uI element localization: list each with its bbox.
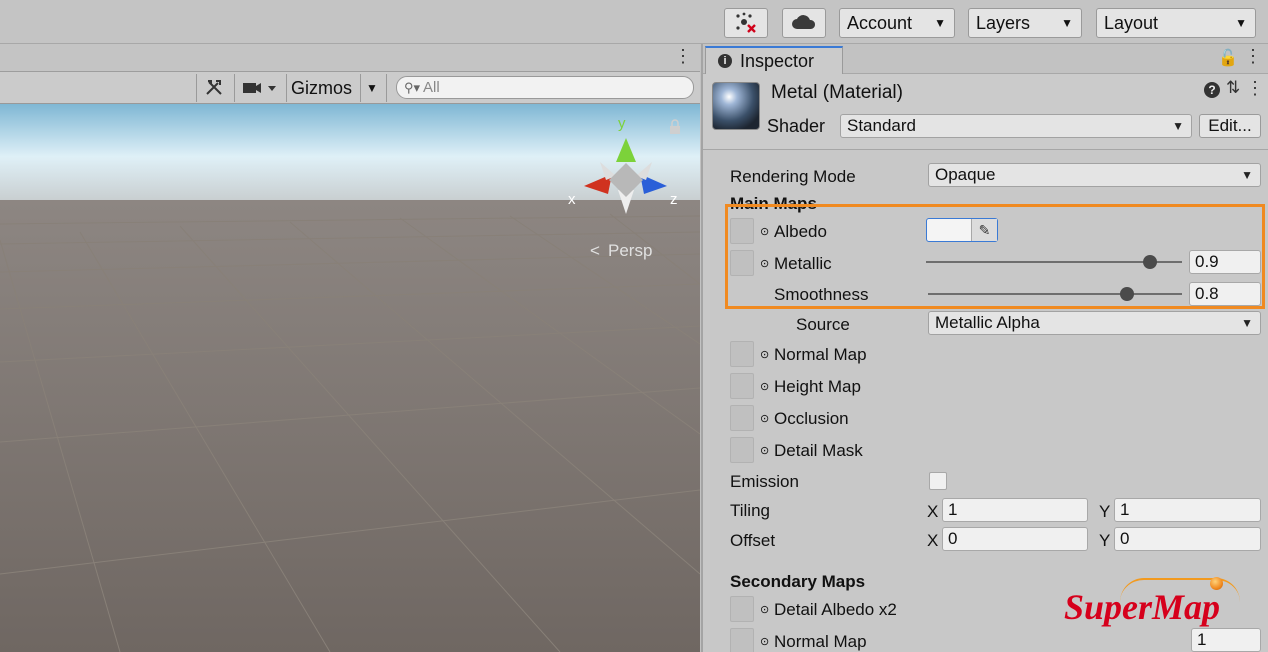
- chevron-down-icon: ▼: [934, 16, 946, 30]
- lock-icon[interactable]: 🔓: [1218, 48, 1238, 68]
- material-header: Metal (Material) ? ⇅ ⋮ Shader Standard ▼…: [703, 74, 1268, 150]
- camera-icon[interactable]: [242, 75, 282, 101]
- object-picker-icon[interactable]: ⊙: [760, 348, 769, 361]
- search-input[interactable]: ⚲▾ All: [396, 76, 694, 99]
- divider: [386, 74, 387, 102]
- top-toolbar: Account ▼ Layers ▼ Layout ▼: [0, 0, 1268, 44]
- offset-x-label: X: [927, 531, 939, 550]
- help-icon[interactable]: ?: [1204, 82, 1220, 98]
- shader-label: Shader: [767, 116, 826, 136]
- divider: [360, 74, 361, 102]
- scene-viewport[interactable]: y x z < Persp: [0, 104, 700, 652]
- height-map-texture-slot[interactable]: [730, 373, 754, 399]
- detail-mask-label: Detail Mask: [774, 441, 863, 460]
- unity-editor: Account ▼ Layers ▼ Layout ▼ ⋮ Gizmos ▼ ⚲…: [0, 0, 1268, 652]
- divider: [286, 74, 287, 102]
- tab-inspector[interactable]: i Inspector: [705, 46, 843, 75]
- supermap-logo: SuperMap: [1064, 587, 1221, 627]
- axis-x-label: x: [568, 191, 576, 208]
- inspector-tab-bar: i Inspector 🔓 ⋮: [703, 44, 1268, 75]
- secondary-normal-scale-field[interactable]: 1: [1191, 628, 1261, 652]
- emission-label: Emission: [730, 472, 799, 491]
- rendering-mode-label: Rendering Mode: [730, 167, 856, 186]
- tools-icon[interactable]: [204, 75, 228, 101]
- scene-grid: y x z < Persp: [0, 104, 700, 652]
- detail-albedo-label: Detail Albedo x2: [774, 600, 897, 619]
- more-options-icon[interactable]: ⋮: [674, 46, 692, 67]
- account-dropdown[interactable]: Account ▼: [839, 8, 955, 38]
- more-options-icon[interactable]: ⋮: [1244, 46, 1262, 67]
- axis-z-label: z: [670, 191, 678, 208]
- search-icon: ⚲▾: [404, 80, 421, 95]
- chevron-down-icon: ▼: [1235, 16, 1247, 30]
- layout-label: Layout: [1104, 13, 1159, 33]
- shader-value: Standard: [847, 116, 916, 135]
- edit-shader-button[interactable]: Edit...: [1199, 114, 1261, 138]
- object-picker-icon[interactable]: ⊙: [760, 444, 769, 457]
- tiling-y-field[interactable]: 1: [1114, 498, 1261, 522]
- tiling-y-label: Y: [1099, 502, 1111, 521]
- inspector-tab-label: Inspector: [740, 51, 815, 71]
- layout-dropdown[interactable]: Layout ▼: [1096, 8, 1256, 38]
- secondary-normal-texture-slot[interactable]: [730, 628, 754, 652]
- secondary-normal-label: Normal Map: [774, 632, 867, 651]
- info-icon: i: [718, 54, 732, 68]
- rendering-mode-value: Opaque: [935, 165, 996, 184]
- occlusion-label: Occlusion: [774, 409, 849, 428]
- search-placeholder: All: [423, 79, 440, 96]
- offset-y-label: Y: [1099, 531, 1111, 550]
- object-picker-icon[interactable]: ⊙: [760, 412, 769, 425]
- divider: [196, 74, 197, 102]
- scene-tab-bar: ⋮: [0, 44, 700, 72]
- tiling-x-label: X: [927, 502, 939, 521]
- tiling-x-field[interactable]: 1: [942, 498, 1088, 522]
- secondary-maps-heading: Secondary Maps: [730, 572, 866, 591]
- tiling-label: Tiling: [730, 501, 770, 520]
- rendering-mode-dropdown[interactable]: Opaque ▼: [928, 163, 1261, 187]
- material-name: Metal (Material): [771, 82, 903, 103]
- layers-dropdown[interactable]: Layers ▼: [968, 8, 1082, 38]
- offset-label: Offset: [730, 531, 776, 550]
- persp-label[interactable]: Persp: [608, 241, 652, 260]
- persp-prefix-icon: <: [590, 241, 600, 260]
- collab-button[interactable]: [724, 8, 768, 38]
- divider: [234, 74, 235, 102]
- occlusion-texture-slot[interactable]: [730, 405, 754, 431]
- offset-x-field[interactable]: 0: [942, 527, 1088, 551]
- detail-albedo-texture-slot[interactable]: [730, 596, 754, 622]
- chevron-down-icon: ▼: [1241, 316, 1253, 330]
- more-options-icon[interactable]: ⋮: [1246, 78, 1264, 99]
- highlight-box: [725, 204, 1265, 309]
- chevron-down-icon: ▼: [1172, 119, 1184, 133]
- gizmos-button[interactable]: Gizmos: [291, 75, 352, 101]
- settings-sliders-icon[interactable]: ⇅: [1226, 78, 1240, 98]
- object-picker-icon[interactable]: ⊙: [760, 635, 769, 648]
- shader-dropdown[interactable]: Standard ▼: [840, 114, 1192, 138]
- source-label: Source: [796, 315, 850, 334]
- object-picker-icon[interactable]: ⊙: [760, 603, 769, 616]
- object-picker-icon[interactable]: ⊙: [760, 380, 769, 393]
- chevron-down-icon: ▼: [1241, 168, 1253, 182]
- source-dropdown[interactable]: Metallic Alpha ▼: [928, 311, 1261, 335]
- source-value: Metallic Alpha: [935, 313, 1040, 332]
- account-label: Account: [847, 13, 913, 33]
- emission-checkbox[interactable]: [929, 472, 947, 490]
- material-preview-icon: [712, 82, 760, 130]
- chevron-down-icon[interactable]: ▼: [366, 75, 378, 101]
- offset-y-field[interactable]: 0: [1114, 527, 1261, 551]
- layers-label: Layers: [976, 13, 1031, 33]
- collab-icon: [736, 12, 756, 33]
- normal-map-texture-slot[interactable]: [730, 341, 754, 367]
- chevron-down-icon: ▼: [1061, 16, 1073, 30]
- detail-mask-texture-slot[interactable]: [730, 437, 754, 463]
- cloud-icon: [792, 15, 816, 29]
- axis-y-label: y: [618, 115, 626, 132]
- cloud-button[interactable]: [782, 8, 826, 38]
- height-map-label: Height Map: [774, 377, 861, 396]
- normal-map-label: Normal Map: [774, 345, 867, 364]
- scene-toolbar: Gizmos ▼ ⚲▾ All: [0, 72, 700, 104]
